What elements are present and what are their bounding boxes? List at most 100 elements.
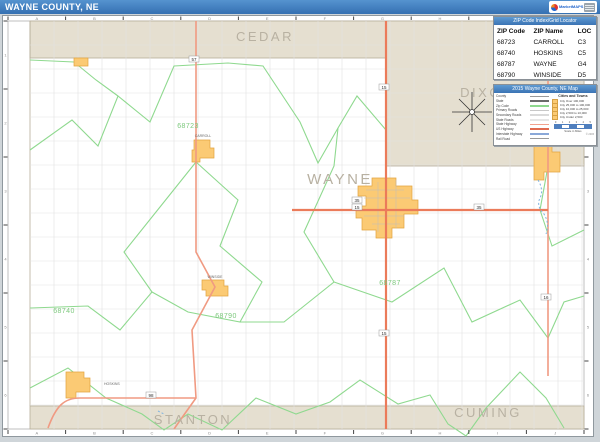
legend-label: State Highway — [496, 122, 530, 126]
zip-table-header-row: ZIP Code ZIP Name LOC — [497, 26, 593, 37]
legend-line-sample — [530, 110, 549, 112]
shield-35: 35 — [352, 197, 362, 203]
grid-letter: I — [497, 431, 498, 436]
legend-line-sample — [530, 133, 549, 135]
zip-value: 68723 — [497, 37, 533, 48]
county-label-cuming: CUMING — [454, 405, 522, 420]
legend-line-sample — [530, 119, 549, 121]
grid-letter: D — [208, 16, 211, 21]
legend-label: County — [496, 94, 530, 98]
grid-letter: D — [208, 431, 211, 436]
legend-cities-column: Cities and Towns City Over 100,000 City … — [552, 94, 594, 141]
logo-brand-text: MarketMAPS — [559, 5, 583, 9]
legend-line-sample — [530, 138, 549, 140]
county-label-wayne: WAYNE — [307, 171, 373, 188]
table-row: 68723 CARROLL C3 — [497, 37, 593, 48]
legend-line-sample — [530, 96, 549, 98]
legend-body: County State Zip Code Primary Roads Seco… — [494, 93, 596, 142]
legend-item: Rail Road — [496, 136, 552, 141]
shield-number: 35 — [354, 198, 360, 203]
town-label-carroll: CARROLL — [195, 134, 212, 138]
shield-15: 15 — [352, 204, 362, 210]
copyright-text: © 2015 — [552, 133, 594, 136]
legend-line-sample — [530, 124, 549, 126]
grid-letter: G — [381, 16, 384, 21]
legend-label: Rail Road — [496, 137, 530, 141]
shield-number: 57 — [191, 57, 197, 62]
city-size-label: City Under 2,500 — [560, 115, 583, 119]
county-label-stanton: STANTON — [154, 412, 232, 427]
grid-letter: B — [93, 431, 96, 436]
table-row: 68790 WINSIDE D5 — [497, 70, 593, 81]
page-title: WAYNE COUNTY, NE — [5, 0, 99, 14]
name-value: WINSIDE — [533, 70, 577, 81]
name-value: WAYNE — [533, 59, 577, 70]
shield-57: 57 — [189, 56, 199, 62]
scale-tick: 5 — [589, 121, 590, 124]
cedar-county-area — [30, 21, 386, 58]
scale-tick: 0 — [555, 121, 556, 124]
shield-number: 16 — [543, 295, 549, 300]
grid-letter: C — [151, 431, 154, 436]
grid-letter: B — [93, 16, 96, 21]
grid-letter: A — [35, 16, 38, 21]
loc-value: C3 — [578, 37, 593, 48]
brand-logo: MarketMAPS — [549, 1, 597, 13]
zip-label-68787: 68787 — [379, 280, 400, 287]
loc-value: D5 — [578, 70, 593, 81]
table-row: 68740 HOSKINS C5 — [497, 48, 593, 59]
title-bar: WAYNE COUNTY, NE MarketMAPS — [0, 0, 600, 14]
town-area-small — [74, 58, 88, 66]
zip-value: 68740 — [497, 48, 533, 59]
scale-tick: 3 — [576, 121, 577, 124]
logo-gray-box — [584, 3, 595, 12]
zip-index-box: ZIP Code Index/Grid Locator ZIP Code ZIP… — [493, 16, 597, 80]
shield-number: 35 — [476, 205, 482, 210]
grid-letter: A — [35, 431, 38, 436]
zip-index-header: ZIP Code Index/Grid Locator — [494, 17, 596, 25]
shield-number: 15 — [381, 85, 387, 90]
legend-label: US Highway — [496, 127, 530, 131]
county-label-cedar: CEDAR — [236, 29, 294, 44]
loc-value: G4 — [578, 59, 593, 70]
shield-16: 16 — [541, 294, 551, 300]
legend-label: State Roads — [496, 118, 530, 122]
town-label-winside: WINSIDE — [208, 275, 224, 279]
shield-35-east: 35 — [474, 204, 484, 210]
scale-tick: 4 — [583, 121, 584, 124]
shield-number: 15 — [354, 205, 360, 210]
legend-label: Zip Code — [496, 104, 530, 108]
grid-letter: E — [266, 16, 269, 21]
legend-header: 2015 Wayne County, NE Map — [494, 85, 596, 93]
legend-box: 2015 Wayne County, NE Map County State Z… — [493, 84, 597, 146]
zip-value: 68787 — [497, 59, 533, 70]
legend-line-sample — [530, 100, 549, 102]
name-value: CARROLL — [533, 37, 577, 48]
scale-bar: 0 1 2 3 4 5 Scale in Miles © 2015 — [552, 121, 594, 136]
shield-15-north: 15 — [379, 84, 389, 90]
grid-letter: H — [439, 431, 442, 436]
scale-tick: 1 — [562, 121, 563, 124]
shield-15-south: 15 — [379, 330, 389, 336]
city-size-item: City Under 2,500 — [552, 115, 594, 119]
grid-letter: H — [439, 16, 442, 21]
zip-label-68740: 68740 — [53, 308, 74, 315]
zip-value: 68790 — [497, 70, 533, 81]
zip-index-table: ZIP Code ZIP Name LOC 68723 CARROLL C3 6… — [494, 25, 596, 82]
shield-number: 98 — [148, 393, 154, 398]
col-loc: LOC — [578, 26, 593, 37]
legend-label: State — [496, 99, 530, 103]
grid-letter: E — [266, 431, 269, 436]
legend-line-sample — [530, 105, 549, 107]
table-row: 68787 WAYNE G4 — [497, 59, 593, 70]
town-label-hoskins: HOSKINS — [104, 382, 120, 386]
zip-label-68723: 68723 — [177, 123, 198, 130]
map-window: CEDAR DIXON WAYNE STANTON CUMING 68723 6… — [0, 0, 600, 442]
shield-98: 98 — [146, 392, 156, 398]
name-value: HOSKINS — [533, 48, 577, 59]
loc-value: C5 — [578, 48, 593, 59]
logo-swirl-icon — [551, 4, 558, 11]
zip-label-68790: 68790 — [215, 313, 236, 320]
legend-line-samples: County State Zip Code Primary Roads Seco… — [496, 94, 552, 141]
scale-tick: 2 — [569, 121, 570, 124]
